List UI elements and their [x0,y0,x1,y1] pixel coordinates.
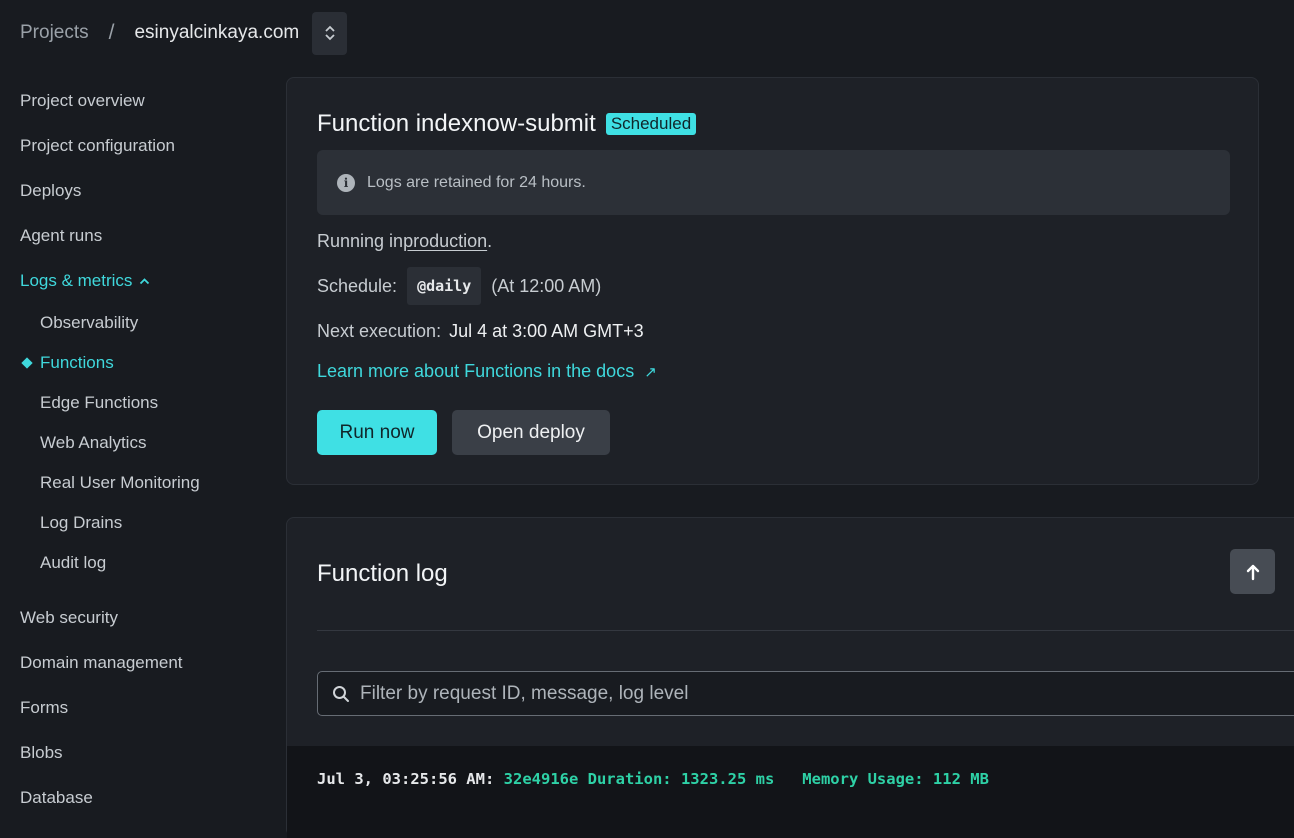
sidebar-item-label: Project overview [20,90,145,110]
running-suffix: . [487,231,493,251]
log-filter[interactable] [317,671,1294,716]
retention-notice: i Logs are retained for 24 hours. [317,150,1230,215]
sidebar-item-label: Agent runs [20,225,103,245]
scroll-to-top-button[interactable] [1230,549,1275,594]
sidebar-subitem-log-drains[interactable]: Log Drains [0,503,270,543]
arrow-up-icon [1246,564,1259,580]
log-timestamp: Jul 3, 03:25:56 AM: [317,770,495,788]
function-log-panel: Function log Jul 3, 03:25:56 AM: 32e4916… [286,517,1294,838]
sidebar-item-label: Project configuration [20,135,175,155]
sidebar-subitem-real-user-monitoring[interactable]: Real User Monitoring [0,463,270,503]
log-filter-input[interactable] [360,682,1294,705]
sidebar-item-label: Deploys [20,180,82,200]
log-output: Jul 3, 03:25:56 AM: 32e4916e Duration: 1… [287,746,1294,838]
function-title-row: Function indexnow-submit Scheduled [317,110,697,138]
sidebar-item-label: Observability [40,313,139,332]
sidebar-subitem-web-analytics[interactable]: Web Analytics [0,423,270,463]
breadcrumb-projects[interactable]: Projects [20,22,89,44]
schedule-line: Schedule: @daily (At 12:00 AM) [317,267,601,305]
sidebar-item-agent-runs[interactable]: Agent runs [0,213,270,258]
schedule-human: (At 12:00 AM) [491,275,602,296]
log-entry: Jul 3, 03:25:56 AM: 32e4916e Duration: 1… [317,770,989,788]
run-now-button[interactable]: Run now [317,410,437,455]
sidebar-item-label: Logs & metrics [20,270,133,290]
sidebar-subitem-edge-functions[interactable]: Edge Functions [0,383,270,423]
sidebar-item-label: Web security [20,607,118,627]
sidebar-subitem-audit-log[interactable]: Audit log [0,543,270,583]
search-icon [333,685,349,702]
log-memory: Memory Usage: 112 MB [802,770,989,788]
sidebar-item-label: Blobs [20,742,63,762]
page-title: Function indexnow-submit [317,110,596,137]
breadcrumb-separator: / [108,21,115,44]
sidebar-item-web-security[interactable]: Web security [0,595,270,640]
sidebar-item-label: Audit log [40,553,107,572]
sidebar-item-label: Log Drains [40,513,123,532]
chevron-updown-icon [325,25,335,41]
docs-link-label: Learn more about Functions in the docs [317,361,635,381]
open-deploy-button[interactable]: Open deploy [452,410,610,455]
sidebar-item-deploys[interactable]: Deploys [0,168,270,213]
breadcrumb-site[interactable]: esinyalcinkaya.com [134,22,299,44]
sidebar-item-label: Edge Functions [40,393,159,412]
status-badge: Scheduled [605,113,697,135]
running-environment-line: Running in production. [317,231,492,252]
retention-notice-text: Logs are retained for 24 hours. [367,173,586,191]
sidebar-item-domain-management[interactable]: Domain management [0,640,270,685]
log-message: 32e4916e Duration: 1323.25 ms [503,770,775,788]
sidebar-subitem-functions[interactable]: Functions [0,343,270,383]
sidebar-item-project-configuration[interactable]: Project configuration [0,123,270,168]
sidebar-item-blobs[interactable]: Blobs [0,730,270,775]
schedule-cron: @daily [407,267,482,305]
docs-link[interactable]: Learn more about Functions in the docs ↗ [317,361,657,382]
info-icon: i [337,173,355,192]
schedule-label: Schedule: [317,275,398,296]
chevron-up-icon [139,277,150,285]
running-label: Running in [317,231,404,251]
sidebar-item-label: Real User Monitoring [40,473,200,492]
sidebar-item-label: Forms [20,697,69,717]
top-bar: Projects / esinyalcinkaya.com [0,0,1294,66]
sidebar-item-forms[interactable]: Forms [0,685,270,730]
next-execution-line: Next execution: Jul 4 at 3:00 AM GMT+3 [317,321,644,342]
next-execution-value: Jul 4 at 3:00 AM GMT+3 [449,321,644,341]
production-link[interactable]: production [403,231,487,252]
section-title: Function log [317,560,448,587]
sidebar-item-project-overview[interactable]: Project overview [0,78,270,123]
sidebar-item-label: Database [20,787,93,807]
next-execution-label: Next execution: [317,321,442,341]
site-switcher-button[interactable] [312,11,348,55]
current-indicator-icon [21,357,33,369]
sidebar-item-logs-metrics[interactable]: Logs & metrics [0,258,270,303]
sidebar-item-label: Functions [40,353,114,372]
sidebar: Project overview Project configuration D… [0,78,270,820]
function-details-card: Function indexnow-submit Scheduled i Log… [286,77,1259,485]
sidebar-item-label: Web Analytics [40,433,147,452]
external-link-icon: ↗ [644,363,657,381]
divider [317,630,1294,631]
sidebar-item-database[interactable]: Database [0,775,270,820]
sidebar-item-label: Domain management [20,652,183,672]
sidebar-subitem-observability[interactable]: Observability [0,303,270,343]
